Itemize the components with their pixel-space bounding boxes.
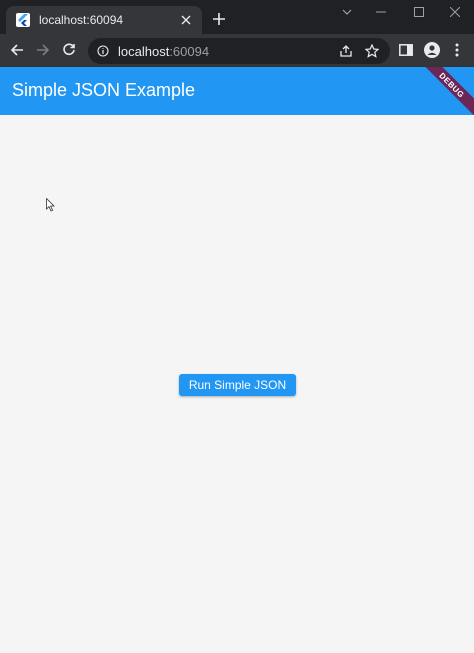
menu-button[interactable] (446, 39, 468, 61)
url-host: localhost (118, 43, 170, 59)
profile-icon (424, 42, 440, 58)
minimize-button[interactable] (364, 2, 398, 22)
back-arrow-icon (10, 44, 23, 56)
tab-strip: localhost:60094 (0, 0, 474, 34)
tab-title: localhost:60094 (39, 13, 124, 27)
profile-button[interactable] (421, 39, 443, 61)
reload-icon (63, 43, 75, 56)
app-bar: Simple JSON Example DEBUG (0, 67, 474, 115)
maximize-icon (414, 7, 424, 17)
plus-icon (213, 13, 225, 25)
browser-tab[interactable]: localhost:60094 (6, 6, 202, 34)
forward-button[interactable] (32, 39, 54, 61)
browser-toolbar: localhost:60094 (0, 34, 474, 67)
app-body: Run Simple JSON (0, 115, 474, 653)
minimize-icon (376, 11, 386, 13)
page-title: Simple JSON Example (12, 80, 196, 100)
chevron-down-icon (342, 9, 352, 15)
maximize-button[interactable] (402, 2, 436, 22)
url-port: :60094 (169, 43, 210, 59)
star-icon[interactable] (362, 41, 382, 61)
debug-banner: DEBUG (412, 67, 474, 115)
new-tab-button[interactable] (208, 8, 230, 30)
close-icon (450, 7, 460, 17)
side-panel-button[interactable] (395, 39, 417, 61)
run-simple-json-button[interactable]: Run Simple JSON (179, 374, 296, 396)
address-bar[interactable]: localhost:60094 (88, 38, 390, 64)
close-tab-icon[interactable] (178, 12, 194, 28)
share-icon[interactable] (336, 41, 356, 61)
back-button[interactable] (6, 39, 28, 61)
info-icon[interactable] (96, 44, 110, 58)
menu-icon (455, 43, 459, 57)
forward-arrow-icon (37, 44, 50, 56)
side-panel-icon (399, 44, 413, 56)
close-window-button[interactable] (438, 2, 472, 22)
mouse-cursor-icon (46, 198, 55, 212)
tab-search-button[interactable] (330, 2, 364, 22)
reload-button[interactable] (58, 39, 80, 61)
flutter-icon (16, 13, 30, 27)
